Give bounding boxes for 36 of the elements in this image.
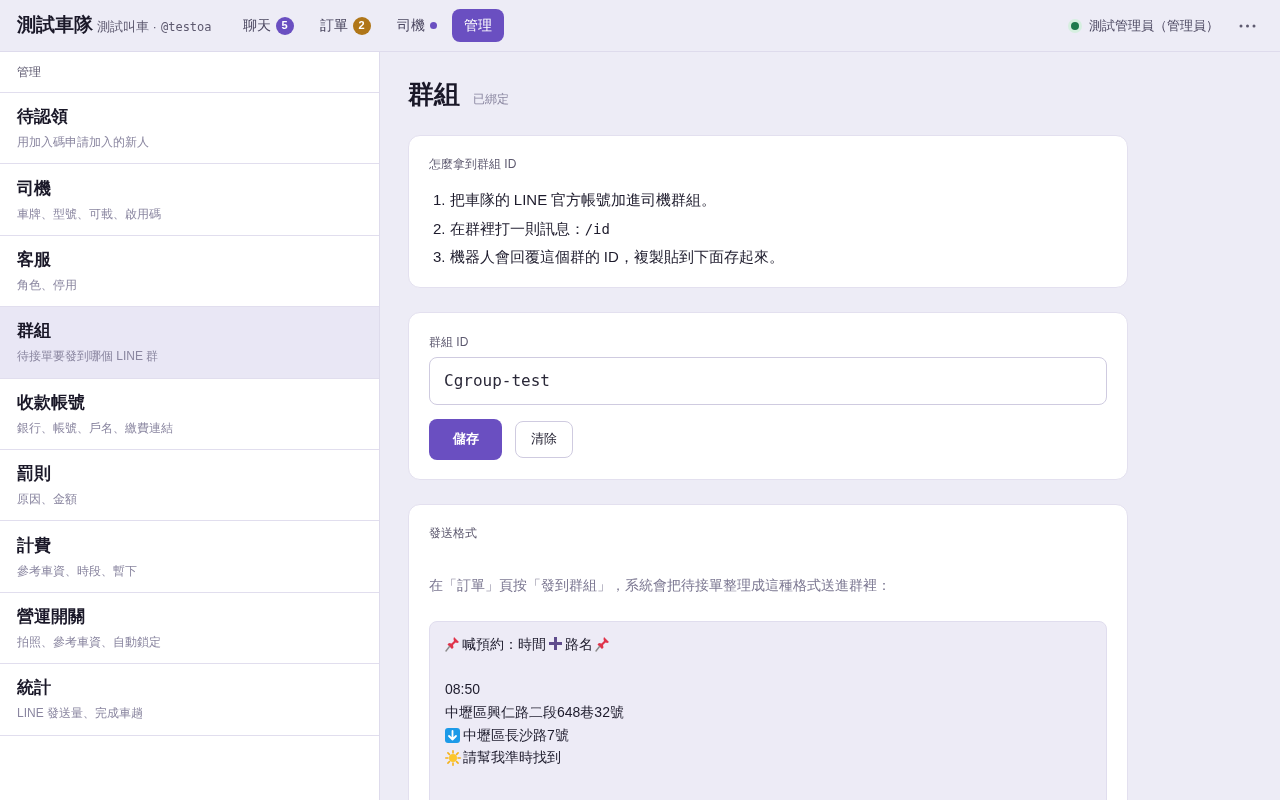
preview-text: 請幫我準時找到 (463, 748, 561, 768)
field-label: 群組 ID (429, 333, 470, 350)
binding-status: 已綁定 (473, 91, 509, 108)
format-description: 在「訂單」頁按「發到群組」，系統會把待接單整理成這種格式送進群裡： (429, 575, 892, 595)
page-title: 群組 (408, 80, 460, 110)
nav-tab[interactable]: 聊天 5 (231, 9, 305, 42)
save-button[interactable]: 儲存 (429, 418, 502, 460)
count-badge: 5 (275, 16, 294, 35)
user-name: 測試管理員（管理員） (1089, 16, 1219, 35)
card-heading: 發送格式 (429, 524, 478, 541)
plus-icon (548, 636, 563, 652)
group-id-input[interactable]: Cgroup-test (429, 356, 1107, 405)
nav-tab[interactable]: 訂單 2 (308, 9, 382, 42)
pushpin-icon (445, 635, 460, 652)
brand-subtitle: 測試叫車 · (97, 18, 157, 37)
preview-text: 喊預約：時間 (462, 634, 546, 654)
brand-title: 測試車隊 (17, 13, 93, 38)
preview-text: 中壢區興仁路二段648巷32號 (445, 702, 624, 722)
step-text: 2. 在群裡打一則訊息：/id (433, 218, 611, 239)
step-text: 1. 把車隊的 LINE 官方帳號加進司機群組。 (433, 190, 718, 210)
more-icon[interactable] (1239, 23, 1256, 28)
step-text: 3. 機器人會回覆這個群的 ID，複製貼到下面存起來。 (433, 247, 785, 267)
nav-tab[interactable]: 司機 (385, 9, 448, 42)
brand-handle: @testoa (160, 19, 212, 36)
preview-text: 08:50 (445, 680, 481, 700)
clear-button[interactable]: 清除 (515, 420, 573, 458)
card-heading: 怎麼拿到群組 ID (429, 156, 518, 172)
sidebar-item[interactable]: 群組 待接單要發到哪個 LINE 群 (0, 307, 379, 379)
count-badge: 2 (352, 16, 371, 35)
pushpin-icon (595, 635, 610, 652)
sidebar-heading: 管理 (17, 64, 41, 81)
sun-icon (445, 749, 461, 766)
nav-tab[interactable]: 管理 (451, 9, 504, 42)
preview-text: 中壢區長沙路7號 (463, 725, 569, 745)
down-arrow-icon (445, 727, 460, 743)
preview-text: 路名 (565, 634, 593, 654)
